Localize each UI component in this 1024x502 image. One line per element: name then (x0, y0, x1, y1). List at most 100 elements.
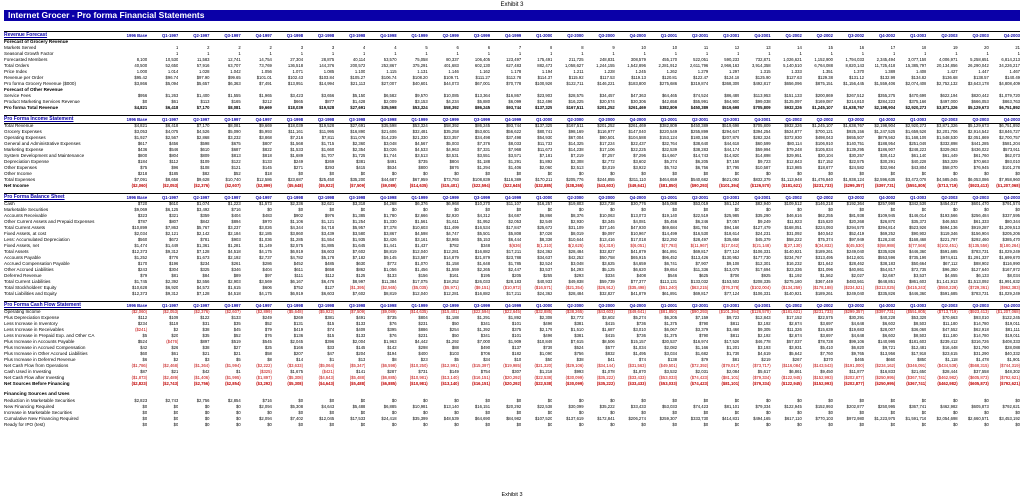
column-header: Q4-2001 (754, 117, 771, 122)
column-header: Q3-1997 (224, 303, 241, 308)
column-header: Q2-1997 (193, 117, 210, 122)
table-cell: $58,392 (443, 105, 459, 110)
table-cell: $6,919 (290, 291, 304, 296)
page-title: Internet Grocer - Pro forma Financial St… (4, 10, 1020, 21)
table-cell: ($43,603) (596, 183, 615, 188)
column-header: Q2-2002 (816, 195, 833, 200)
column-header: Q2-1998 (317, 33, 335, 38)
column-header: Q3-2003 (972, 195, 989, 200)
column-header: Q4-1999 (504, 117, 522, 122)
table-cell: $446,360 (909, 291, 927, 296)
table-row: Pro forma Total Revenue $4,821 $6,418 $7,17… (4, 105, 1020, 111)
table-cell: ($10,981) (409, 381, 428, 386)
table-cell: ($22,645) (503, 183, 522, 188)
column-header: Q4-1998 (380, 303, 397, 308)
table-cell: $0 (485, 422, 491, 427)
section-title: Financing Sources and Uses (4, 392, 70, 397)
table-cell: ($181,621) (781, 183, 802, 188)
column-header: Q4-1998 (380, 117, 397, 122)
table-cell: $16,882 (474, 291, 491, 296)
row-label: Net Income (4, 183, 29, 188)
column-header: Q3-2001 (723, 117, 740, 122)
table-cell: ($4,643) (318, 381, 335, 386)
column-header: Q2-2001 (691, 303, 709, 308)
column-header: Q4-2003 (1003, 303, 1020, 308)
table-cell: ($14,635) (409, 183, 428, 188)
table-row: Net Income ($2,060) ($2,053) ($2,376) ($2,60… (4, 183, 1020, 189)
row-label: Pro forma Total Revenue (4, 105, 59, 110)
table-cell: $12,281 (443, 291, 459, 296)
column-header: Q1-1999 (411, 33, 428, 38)
table-cell: $0 (797, 422, 802, 427)
table-cell: $7,602 (352, 291, 366, 296)
table-cell: $69,817 (693, 291, 709, 296)
column-header: Q3-2000 (598, 195, 615, 200)
column-header: Q1-1998 (286, 195, 304, 200)
table-cell: $0 (672, 422, 678, 427)
column-header: Q2-2003 (941, 117, 958, 122)
column-header: 1996 Base (126, 195, 148, 200)
column-header: Q1-2000 (536, 303, 553, 308)
column-header: Q4-1997 (255, 117, 272, 122)
table-cell: $61,891 (661, 291, 678, 296)
column-header: Q1-2002 (785, 303, 802, 308)
column-header: Q4-2001 (754, 195, 771, 200)
table-cell: ($33,433) (627, 381, 646, 386)
table-cell: $9,312 (165, 291, 179, 296)
column-header: Q3-1997 (224, 33, 241, 38)
column-header: Q4-1997 (255, 195, 272, 200)
table-cell: $6,751,892 (999, 105, 1020, 110)
table-cell: $140,921 (784, 291, 802, 296)
table-cell: $3,871,326 (936, 105, 958, 110)
table-cell: $450,389 (690, 105, 709, 110)
table-cell: $8,819 (383, 291, 397, 296)
column-header: Q1-1997 (162, 303, 179, 308)
exhibit-label: Exhibit 3 (500, 2, 524, 8)
table-cell: $137,325 (534, 105, 553, 110)
table-cell: $4,175 (259, 291, 272, 296)
column-header: Q2-1998 (317, 195, 335, 200)
table-cell: $261,469 (628, 105, 646, 110)
column-header: Q3-1998 (349, 33, 366, 38)
table-cell: $2,198,904 (874, 105, 896, 110)
column-header: Q4-1997 (255, 303, 272, 308)
table-cell: ($79,334) (752, 381, 771, 386)
table-cell: $0 (921, 422, 927, 427)
column-header: Q1-1999 (411, 117, 428, 122)
column-header: Q2-2003 (941, 303, 958, 308)
column-header: Q4-2000 (629, 303, 646, 308)
table-cell: ($923,413) (968, 183, 989, 188)
table-cell: $12,373 (132, 291, 148, 296)
column-header: Q3-2001 (723, 195, 740, 200)
column-header: Q4-1999 (504, 195, 522, 200)
column-header: Q4-1998 (380, 33, 397, 38)
column-header: Q1-2002 (785, 33, 802, 38)
table-cell: $167,511 (566, 105, 584, 110)
column-header: Q1-1998 (286, 117, 304, 122)
column-header: Q2-2001 (691, 117, 709, 122)
table-cell: ($22,594) (472, 183, 491, 188)
table-cell: $35,598 (381, 105, 397, 110)
column-header: Q3-2000 (598, 117, 615, 122)
table-cell: $4,821 (134, 105, 148, 110)
column-header: Q3-1999 (473, 195, 491, 200)
section-title: Pro Forma Cash Flow Statement (4, 302, 81, 308)
table-cell: ($38,265) (565, 183, 584, 188)
column-header: Q2-2000 (567, 33, 584, 38)
column-header: Q2-2000 (567, 303, 584, 308)
table-cell: $783,731 (971, 291, 989, 296)
column-header: Q3-1999 (473, 33, 491, 38)
table-cell: ($462,982) (937, 381, 958, 386)
table-cell: $1,029,249 (999, 291, 1020, 296)
table-cell: $0 (984, 422, 989, 427)
table-cell: ($713,719) (937, 183, 958, 188)
section-title: Pro Forma Balance Sheet (4, 194, 65, 200)
row-label: Ready for IPO (test) (4, 422, 45, 427)
column-header: Q1-2003 (910, 117, 927, 122)
column-header: Q4-2003 (1003, 195, 1020, 200)
table-cell: ($231,733) (812, 183, 833, 188)
column-header: Q3-2002 (847, 195, 865, 200)
column-header: 1996 Base (126, 33, 148, 38)
column-header: Q1-1997 (162, 195, 179, 200)
table-cell: $0 (859, 422, 865, 427)
